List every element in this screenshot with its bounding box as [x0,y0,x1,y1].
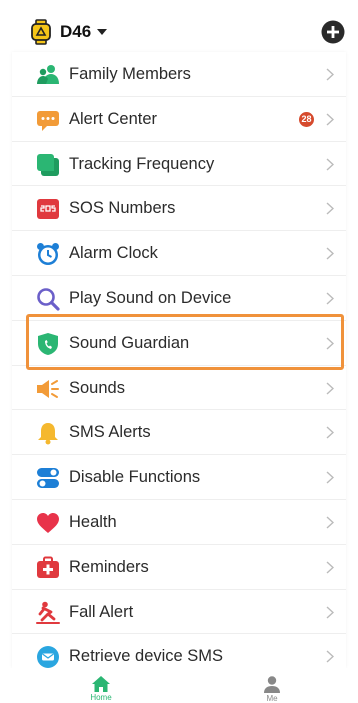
chevron-right-icon [326,382,334,395]
menu-item-play-sound-on-device[interactable]: Play Sound on Device [12,276,346,321]
menu-item-family-members[interactable]: Family Members [12,52,346,97]
menu-item-label: Disable Functions [69,468,201,487]
device-name: D46 [60,22,92,41]
chevron-right-icon [326,426,334,439]
menu-item-label: Retrieve device SMS [69,647,224,666]
menu-item-retrieve-device-sms[interactable]: Retrieve device SMS [12,634,346,668]
shield-icon [36,332,60,356]
unread-count-badge: 28 [299,111,314,127]
chevron-right-icon [326,606,334,619]
heart-icon [36,511,60,535]
chevron-right-icon [326,471,334,484]
bottom-tab-bar: Home Me [0,668,358,703]
tab-home-label: Home [90,693,112,702]
medical-kit-icon [36,556,60,580]
settings-menu: Family Members Alert Center 28 Tracking … [12,52,346,668]
tab-me[interactable]: Me [242,676,302,703]
menu-item-sounds[interactable]: Sounds [12,366,346,411]
menu-item-label: Alert Center [69,109,158,128]
menu-item-label: Reminders [69,557,149,576]
menu-item-label: Sound Guardian [69,333,190,352]
menu-item-fall-alert[interactable]: Fall Alert [12,590,346,635]
tracking-icon [36,153,60,177]
menu-item-label: SOS Numbers [69,199,176,218]
chevron-right-icon [326,516,334,529]
menu-item-sms-alerts[interactable]: SMS Alerts [12,410,346,456]
falling-person-icon [36,601,60,625]
chat-bubble-icon [36,108,60,132]
tab-me-label: Me [266,694,278,703]
menu-item-tracking-frequency[interactable]: Tracking Frequency [12,142,346,187]
app-screen: D46 Family Members Alert Center 28 Track… [0,0,358,703]
chevron-right-icon [326,561,334,574]
menu-item-alert-center[interactable]: Alert Center 28 [12,97,346,142]
top-bar: D46 [0,0,358,56]
chevron-right-icon [326,247,334,260]
bell-icon [36,421,60,445]
watch-icon [31,19,51,45]
menu-item-label: Tracking Frequency [69,154,215,173]
chevron-right-icon [326,158,334,171]
magnifier-icon [36,287,60,311]
device-selector[interactable]: D46 [28,18,108,46]
menu-item-alarm-clock[interactable]: Alarm Clock [12,231,346,276]
menu-item-label: Family Members [69,65,191,83]
menu-item-disable-functions[interactable]: Disable Functions [12,455,346,500]
chevron-right-icon [326,337,334,350]
speaker-icon [36,377,60,401]
person-icon [264,676,280,693]
menu-item-reminders[interactable]: Reminders [12,545,346,590]
sos-icon [36,197,60,221]
menu-item-label: Play Sound on Device [69,288,232,307]
chevron-right-icon [326,292,334,305]
menu-item-label: Fall Alert [69,602,134,621]
alarm-clock-icon [36,242,60,266]
family-icon [36,63,60,87]
menu-item-sos-numbers[interactable]: SOS Numbers [12,186,346,232]
chevron-right-icon [326,113,334,126]
chevron-right-icon [326,68,334,81]
menu-item-label: Sounds [69,378,125,397]
menu-item-label: Alarm Clock [69,244,158,263]
menu-item-sound-guardian[interactable]: Sound Guardian [12,321,346,366]
menu-item-label: SMS Alerts [69,423,151,442]
chevron-right-icon [326,202,334,215]
chevron-right-icon [326,650,334,663]
chevron-down-icon [97,29,108,35]
menu-item-health[interactable]: Health [12,500,346,545]
menu-item-label: Health [69,512,117,531]
plus-circle-icon[interactable] [321,20,345,44]
home-icon [92,676,110,692]
toggle-icon [36,466,60,490]
message-icon [36,645,60,668]
tab-home[interactable]: Home [71,676,131,703]
